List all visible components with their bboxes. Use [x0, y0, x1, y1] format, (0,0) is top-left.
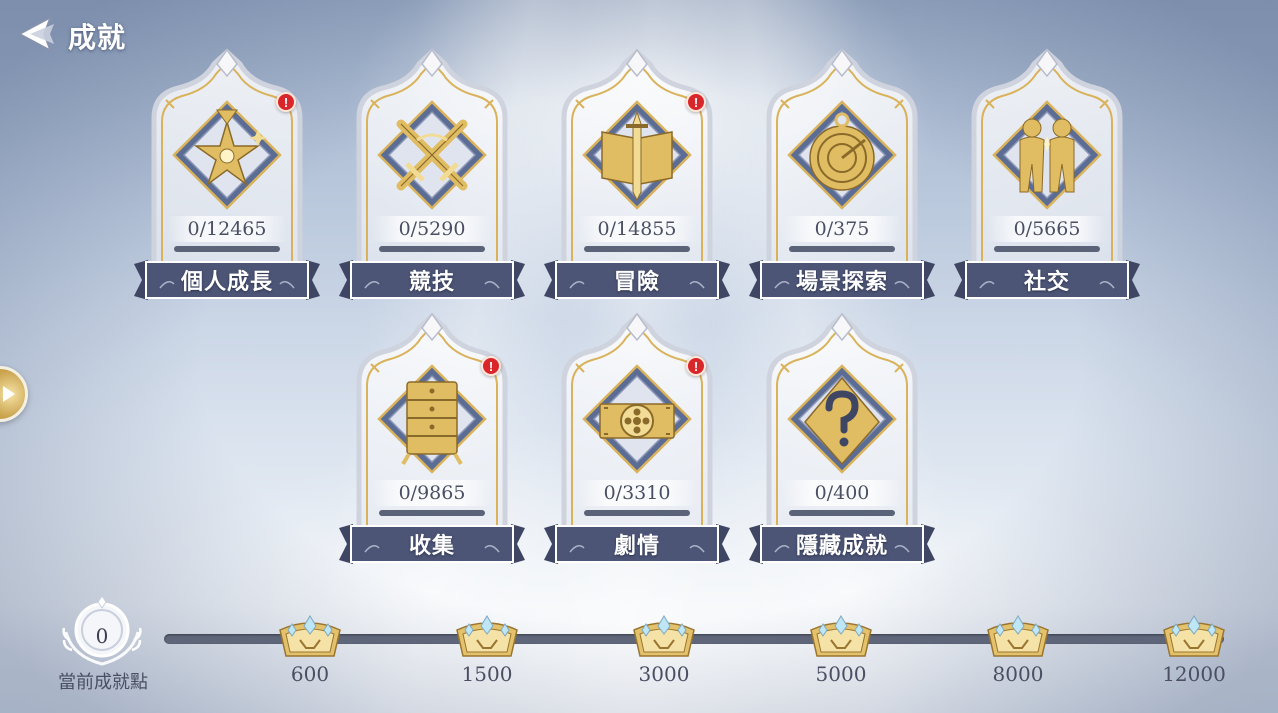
milestone-reward[interactable]: 1500 — [451, 612, 523, 696]
card-progress: 0/9865 — [372, 480, 492, 506]
play-arrow-icon — [3, 386, 15, 402]
book-sword-icon — [582, 100, 692, 210]
card-name: 劇情 — [613, 533, 660, 559]
card-progress-bar — [379, 510, 485, 516]
achievement-card[interactable]: 0/14855 冒險 ! — [544, 48, 730, 310]
alert-icon: ! — [686, 356, 706, 376]
card-progress-bar — [994, 246, 1100, 252]
milestone-reward[interactable]: 12000 — [1158, 612, 1230, 696]
back-button[interactable] — [14, 10, 62, 58]
card-progress: 0/14855 — [577, 216, 697, 242]
milestone-reward[interactable]: 600 — [274, 612, 346, 696]
card-progress-bar — [584, 510, 690, 516]
card-progress: 0/5290 — [372, 216, 492, 242]
page-title: 成就 — [68, 21, 127, 54]
alert-icon: ! — [686, 92, 706, 112]
card-name: 收集 — [408, 533, 455, 559]
crown-chest-icon — [987, 615, 1049, 657]
points-value: 0 — [95, 624, 109, 648]
star-compass-icon — [172, 100, 282, 210]
card-name: 場景探索 — [795, 269, 888, 295]
achievement-card[interactable]: 0/3310 劇情 ! — [544, 312, 730, 574]
card-progress: 0/400 — [782, 480, 902, 506]
alert-icon: ! — [276, 92, 296, 112]
crown-chest-icon — [810, 615, 872, 657]
milestone-reward[interactable]: 3000 — [628, 612, 700, 696]
card-name: 隱藏成就 — [795, 533, 888, 559]
milestone-label: 1500 — [461, 662, 513, 686]
achievement-card[interactable]: 0/9865 收集 ! — [339, 312, 525, 574]
card-progress-bar — [379, 246, 485, 252]
milestone-label: 12000 — [1162, 662, 1226, 686]
card-progress-bar — [789, 510, 895, 516]
crown-chest-icon — [456, 615, 518, 657]
cabinet-icon — [377, 364, 487, 474]
question-mark-icon — [787, 364, 897, 474]
achievement-card[interactable]: 0/375 場景探索 — [749, 48, 935, 310]
card-name: 冒險 — [613, 269, 660, 295]
film-reel-icon — [582, 364, 692, 474]
achievement-card[interactable]: 0/5290 競技 — [339, 48, 525, 310]
milestone-reward[interactable]: 8000 — [982, 612, 1054, 696]
two-people-icon — [992, 100, 1102, 210]
side-expand-tab[interactable] — [0, 366, 28, 422]
card-progress-bar — [789, 246, 895, 252]
achievement-card[interactable]: 0/12465 個人成長 ! — [134, 48, 320, 310]
achievement-card[interactable]: 0/5665 社交 — [954, 48, 1140, 310]
crown-chest-icon — [279, 615, 341, 657]
compass-icon — [787, 100, 897, 210]
alert-icon: ! — [481, 356, 501, 376]
points-label: 當前成就點 — [58, 672, 148, 693]
card-progress-bar — [584, 246, 690, 252]
milestone-label: 600 — [290, 662, 330, 686]
card-progress-bar — [174, 246, 280, 252]
card-progress: 0/12465 — [167, 216, 287, 242]
milestone-reward[interactable]: 5000 — [805, 612, 877, 696]
card-name: 社交 — [1023, 269, 1070, 295]
achievement-card[interactable]: 0/400 隱藏成就 — [749, 312, 935, 574]
milestone-label: 8000 — [992, 662, 1044, 686]
card-progress: 0/375 — [782, 216, 902, 242]
crossed-swords-icon — [377, 100, 487, 210]
card-progress: 0/5665 — [987, 216, 1107, 242]
card-name: 個人成長 — [180, 269, 273, 295]
card-progress: 0/3310 — [577, 480, 697, 506]
milestone-label: 5000 — [815, 662, 867, 686]
card-name: 競技 — [408, 269, 455, 295]
milestone-label: 3000 — [638, 662, 690, 686]
crown-chest-icon — [633, 615, 695, 657]
back-arrow-icon — [18, 16, 54, 52]
crown-chest-icon — [1163, 615, 1225, 657]
